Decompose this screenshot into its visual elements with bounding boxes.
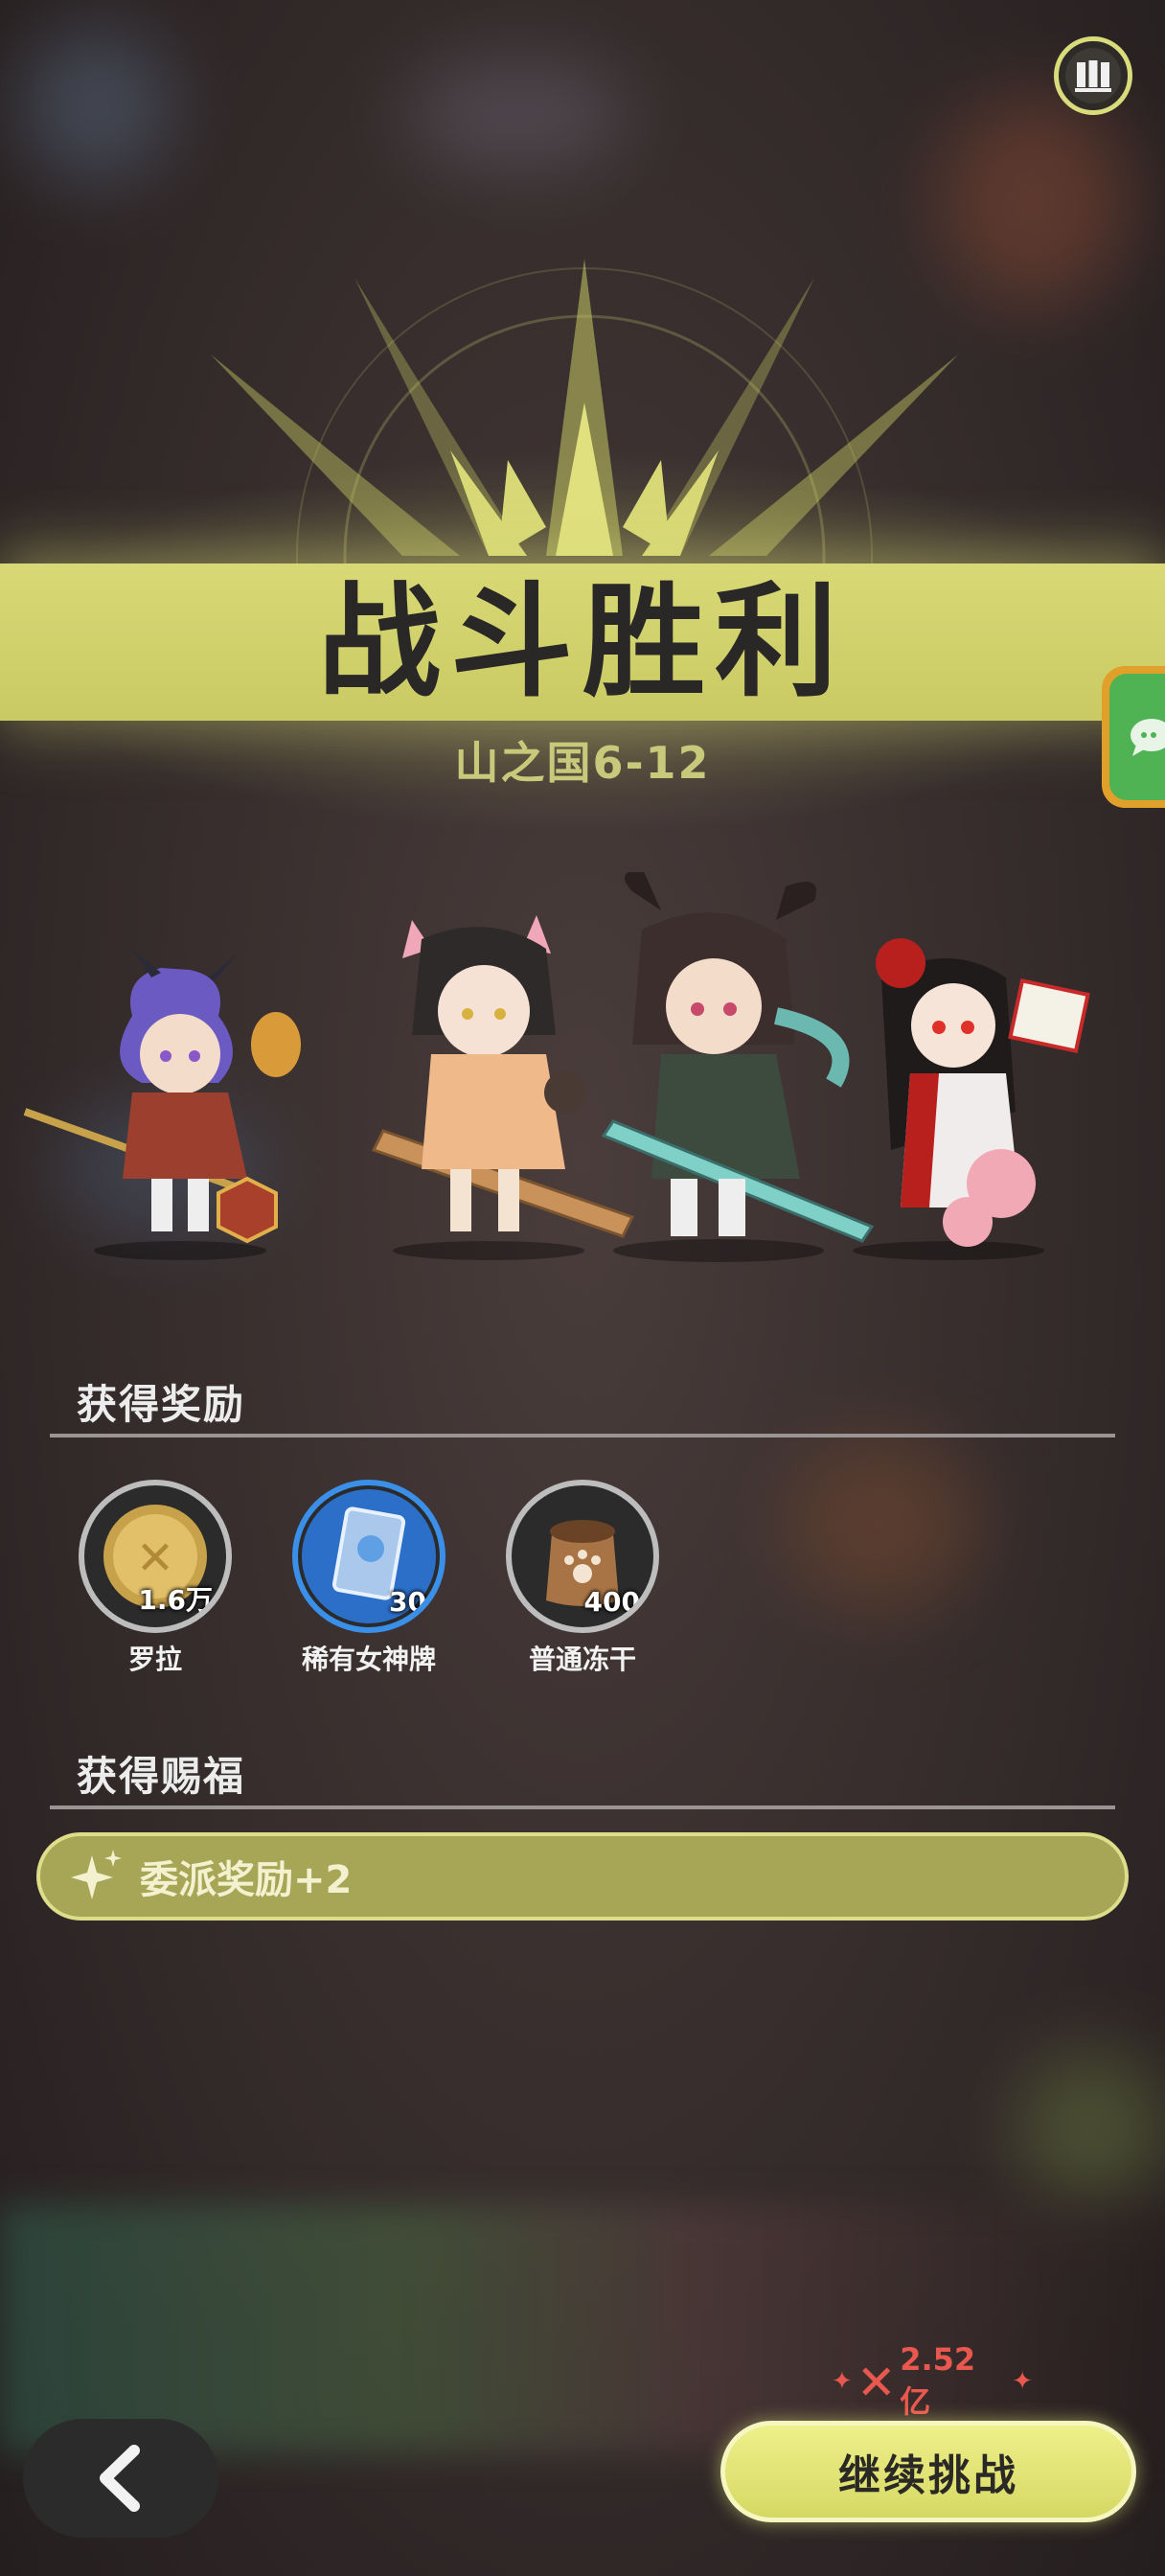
blessings-section-title: 获得赐福	[77, 1753, 246, 1800]
chat-icon	[1131, 719, 1165, 756]
power-indicator: ✦ 2.52亿 ✦	[832, 2341, 1033, 2420]
side-chat-tab[interactable]	[1102, 666, 1165, 808]
reward-count: 400	[583, 1586, 640, 1618]
chevron-left-icon	[100, 2445, 140, 2512]
reward-count: 1.6万	[138, 1584, 213, 1616]
reward-name: 稀有女神牌	[301, 1644, 436, 1675]
blessing-label: 委派奖励+2	[140, 1858, 353, 1902]
blessings-divider	[50, 1806, 1115, 1809]
reward-item[interactable]: 30 稀有女神牌	[292, 1480, 445, 1677]
rewards-divider	[50, 1434, 1115, 1438]
blessing-item[interactable]: 委派奖励+2	[36, 1832, 1129, 1920]
reward-item[interactable]: 400 普通冻干	[506, 1480, 659, 1677]
power-value: 2.52亿	[900, 2341, 976, 2420]
victory-title: 战斗胜利	[317, 571, 847, 714]
stage-label: 山之国6-12	[454, 737, 711, 789]
svg-text:✕: ✕	[136, 1531, 174, 1585]
reward-item[interactable]: ✕ 1.6万 罗拉	[79, 1480, 232, 1677]
continue-challenge-button[interactable]: 继续挑战	[720, 2421, 1136, 2522]
victory-crown-burst	[211, 259, 958, 565]
bar-chart-icon	[1065, 48, 1121, 104]
sparkle-icon: ✦	[832, 2367, 853, 2396]
crossed-swords-icon	[861, 2367, 891, 2396]
reward-name: 普通冻干	[528, 1644, 636, 1675]
reward-count: 30	[389, 1586, 426, 1618]
back-button[interactable]	[23, 2419, 218, 2538]
reward-name: 罗拉	[127, 1644, 182, 1675]
rewards-section-title: 获得奖励	[77, 1381, 246, 1428]
hero-1	[23, 949, 301, 1260]
sparkle-icon: ✦	[1012, 2367, 1033, 2396]
sparkle-icon	[71, 1850, 122, 1899]
stats-button[interactable]	[1054, 36, 1132, 115]
hero-4	[853, 938, 1090, 1260]
